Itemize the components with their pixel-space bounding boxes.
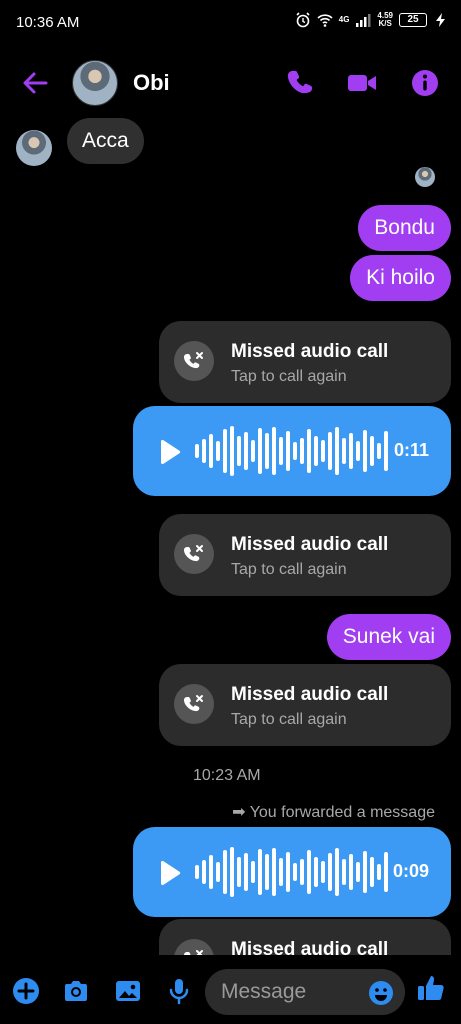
missed-call-icon [174, 341, 214, 381]
status-icons: 4G 4.59 K/S 25 [295, 12, 449, 28]
outgoing-message[interactable]: Sunek vai [326, 614, 451, 660]
forwarded-label: ➡ You forwarded a message [232, 804, 435, 821]
missed-call-subtitle: Tap to call again [231, 711, 347, 728]
missed-call-icon [174, 534, 214, 574]
camera-icon[interactable] [62, 977, 90, 1005]
status-bar: 10:36 AM 4G 4.59 K/S 25 [0, 0, 461, 46]
incoming-message[interactable]: Acca [67, 118, 144, 164]
missed-call-icon [174, 939, 214, 955]
missed-call-card[interactable]: Missed audio call [159, 919, 451, 955]
missed-call-title: Missed audio call [231, 939, 389, 955]
back-arrow-icon[interactable] [20, 68, 50, 98]
video-camera-icon[interactable] [347, 68, 377, 98]
network-speed: 4.59 K/S [377, 11, 393, 28]
contact-name[interactable]: Obi [133, 70, 170, 96]
missed-call-card[interactable]: Missed audio call Tap to call again [159, 664, 451, 746]
gallery-icon[interactable] [114, 977, 142, 1005]
outgoing-message[interactable]: Ki hoilo [350, 255, 451, 301]
battery-indicator: 25 [399, 13, 427, 27]
wifi-icon [317, 14, 333, 27]
voice-duration: 0:09 [392, 861, 429, 881]
message-list[interactable]: Acca Bondu Ki hoilo Missed audio call Ta… [0, 115, 461, 955]
play-icon[interactable] [157, 439, 183, 465]
outgoing-message[interactable]: Bondu [358, 205, 451, 251]
seen-avatar [415, 167, 435, 187]
missed-call-title: Missed audio call [231, 341, 389, 362]
play-icon[interactable] [157, 860, 183, 886]
plus-icon[interactable] [12, 977, 40, 1005]
emoji-icon[interactable] [368, 980, 394, 1006]
missed-call-title: Missed audio call [231, 684, 389, 705]
microphone-icon[interactable] [165, 977, 193, 1005]
sender-avatar[interactable] [16, 130, 52, 166]
contact-avatar[interactable] [72, 60, 118, 106]
composer-bar [0, 960, 461, 1024]
missed-call-card[interactable]: Missed audio call Tap to call again [159, 321, 451, 403]
voice-duration: 0:11 [393, 440, 429, 460]
missed-call-title: Missed audio call [231, 534, 389, 555]
voice-message[interactable]: 0:11 [133, 406, 451, 496]
chat-header: Obi [0, 56, 461, 112]
network-type: 4G [338, 15, 350, 24]
charging-icon [436, 13, 445, 27]
waveform [195, 426, 388, 476]
missed-call-subtitle: Tap to call again [231, 561, 347, 578]
alarm-icon [296, 12, 310, 28]
timestamp: 10:23 AM [193, 767, 261, 784]
missed-call-icon [174, 684, 214, 724]
waveform [195, 847, 388, 897]
missed-call-card[interactable]: Missed audio call Tap to call again [159, 514, 451, 596]
voice-message[interactable]: 0:09 [133, 827, 451, 917]
signal-icon [356, 14, 371, 27]
thumbs-up-icon[interactable] [416, 973, 446, 1003]
status-time: 10:36 AM [16, 14, 80, 31]
info-icon[interactable] [410, 68, 440, 98]
phone-icon[interactable] [286, 68, 316, 98]
missed-call-subtitle: Tap to call again [231, 368, 347, 385]
